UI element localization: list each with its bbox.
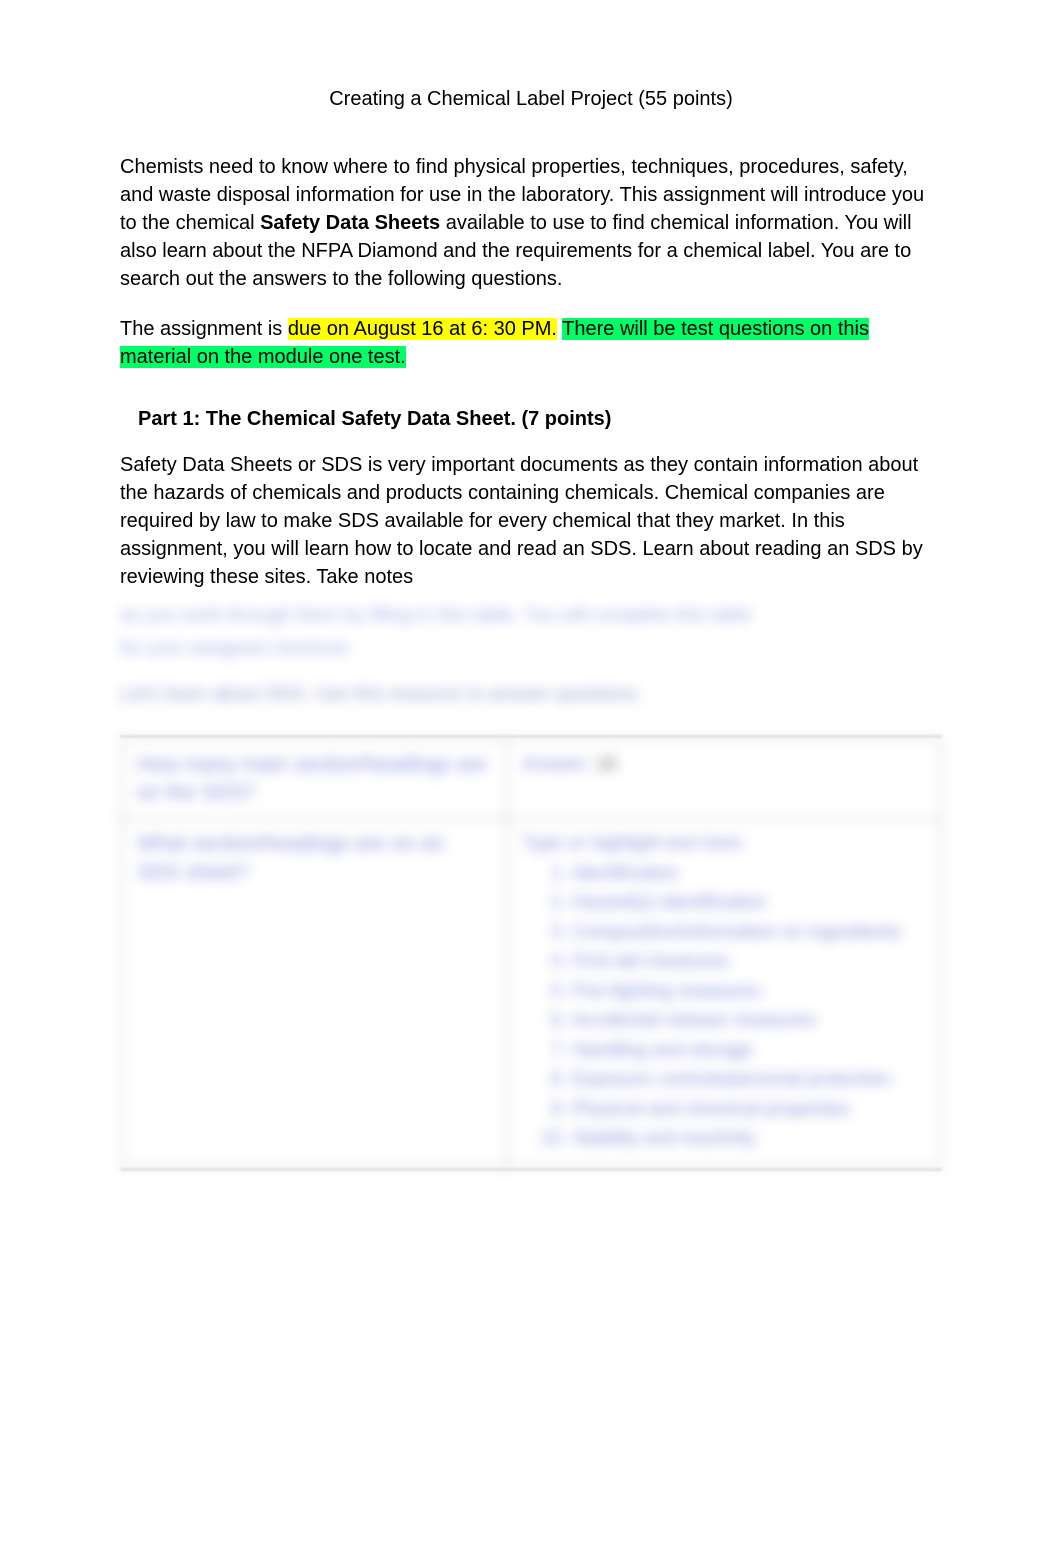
sds-sections-list: Identification Hazard(s) identification … [568, 860, 925, 1154]
obscured-line-2: for your assigned chemical. [120, 636, 942, 663]
list-item: Physical and chemical properties [572, 1096, 925, 1125]
q1-cell: How many main section/headings are on th… [122, 739, 507, 819]
intro-bold-sds: Safety Data Sheets [260, 212, 440, 234]
due-prefix: The assignment is [120, 318, 288, 340]
table-row: How many main section/headings are on th… [122, 739, 941, 819]
list-item: Hazard(s) identification [572, 889, 925, 918]
table-bottom-separator [120, 1168, 942, 1171]
answer-label: Answer: [522, 754, 591, 775]
list-item: Exposure controls/personal protection [572, 1066, 925, 1095]
list-item: Composition/information on ingredients [572, 919, 925, 948]
due-paragraph: The assignment is due on August 16 at 6:… [120, 315, 942, 371]
table-row: What section/headings are on an SDS shee… [122, 819, 941, 1167]
a1-cell: Answer: 16 [506, 739, 940, 819]
list-item: First-aid measures [572, 948, 925, 977]
part1-body: Safety Data Sheets or SDS is very import… [120, 451, 942, 591]
intro-paragraph: Chemists need to know where to find phys… [120, 153, 942, 293]
list-item: Accidental release measures [572, 1007, 925, 1036]
list-item: Handling and storage [572, 1037, 925, 1066]
a2-cell: Type or highlight text here: Identificat… [506, 819, 940, 1167]
answer-value: 16 [596, 754, 617, 775]
page-title: Creating a Chemical Label Project (55 po… [120, 85, 942, 113]
list-item: Stability and reactivity [572, 1125, 925, 1154]
due-date-highlight: due on August 16 at 6: 30 PM. [288, 318, 557, 340]
q2-cell: What section/headings are on an SDS shee… [122, 819, 507, 1167]
answer-lead: Type or highlight text here: [522, 830, 925, 859]
list-item: Identification [572, 860, 925, 889]
sds-questions-table: How many main section/headings are on th… [120, 738, 942, 1168]
list-item: Fire-fighting measures [572, 978, 925, 1007]
part1-heading: Part 1: The Chemical Safety Data Sheet. … [138, 405, 942, 433]
obscured-line-1: as you work through them by filling in t… [120, 603, 942, 630]
obscured-line-3: Let's learn about SDS. Use this resource… [120, 682, 942, 709]
